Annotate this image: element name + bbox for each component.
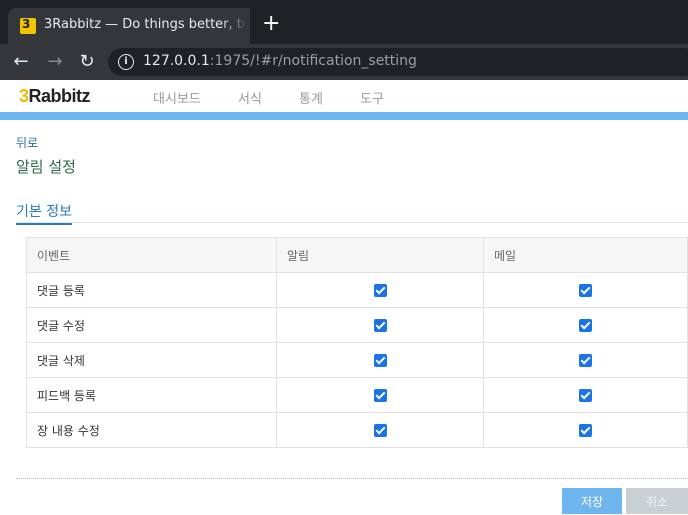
- url-path: :1975/!#r/notification_setting: [209, 53, 417, 69]
- table-row: 댓글 삭제: [26, 342, 688, 378]
- tab-title-fade: [220, 8, 250, 44]
- info-icon[interactable]: i: [118, 54, 134, 70]
- browser-tab[interactable]: 3 3Rabbitz — Do things better, together: [8, 8, 250, 44]
- new-tab-button[interactable]: +: [262, 13, 280, 35]
- mail-checkbox[interactable]: [579, 389, 592, 402]
- mail-cell: [483, 377, 688, 413]
- event-label: 댓글 삭제: [26, 342, 277, 378]
- favicon-icon: 3: [20, 17, 36, 34]
- menu-item-stats[interactable]: 통계: [299, 88, 323, 107]
- app-header: 3Rabbitz 대시보드 서식 통계 도구: [0, 80, 688, 112]
- header-accent-band: [0, 112, 688, 120]
- event-label: 피드백 등록: [26, 377, 277, 413]
- save-button[interactable]: 저장: [562, 488, 622, 514]
- notify-checkbox[interactable]: [373, 284, 387, 297]
- event-label: 댓글 수정: [26, 307, 277, 343]
- notify-checkbox[interactable]: [373, 389, 387, 402]
- mail-cell: [483, 307, 688, 343]
- notify-checkbox[interactable]: [373, 354, 387, 367]
- table-row: 댓글 수정: [26, 307, 688, 343]
- section-divider: [16, 222, 688, 223]
- table-row: 피드백 등록: [26, 377, 688, 413]
- menu-item-tools[interactable]: 도구: [360, 88, 384, 107]
- notify-cell: [276, 342, 484, 378]
- arrow-left-icon[interactable]: ←: [10, 51, 32, 73]
- menu-item-forms[interactable]: 서식: [238, 88, 262, 107]
- header-mail: 메일: [483, 237, 688, 273]
- table-header-row: 이벤트 알림 메일: [26, 237, 688, 273]
- notification-table: 이벤트 알림 메일 댓글 등록 댓글 수정 댓글 삭제 피드백 등록 장 내용 …: [26, 237, 688, 448]
- url-text: 127.0.0.1:1975/!#r/notification_setting: [143, 53, 417, 69]
- mail-cell: [483, 272, 688, 308]
- notify-cell: [276, 412, 484, 448]
- app-logo[interactable]: 3Rabbitz: [19, 86, 91, 107]
- header-event: 이벤트: [26, 237, 277, 273]
- notify-cell: [276, 377, 484, 413]
- url-host: 127.0.0.1: [143, 53, 210, 69]
- notify-checkbox[interactable]: [373, 424, 387, 437]
- mail-cell: [483, 342, 688, 378]
- mail-checkbox[interactable]: [579, 424, 592, 437]
- event-label: 장 내용 수정: [26, 412, 277, 448]
- event-label: 댓글 등록: [26, 272, 277, 308]
- notify-cell: [276, 272, 484, 308]
- notify-cell: [276, 307, 484, 343]
- mail-checkbox[interactable]: [579, 284, 592, 297]
- menu-item-dashboard[interactable]: 대시보드: [153, 88, 201, 107]
- reload-icon[interactable]: ↻: [76, 51, 98, 73]
- mail-checkbox[interactable]: [579, 319, 592, 332]
- table-row: 장 내용 수정: [26, 412, 688, 448]
- header-notify: 알림: [276, 237, 484, 273]
- notify-checkbox[interactable]: [373, 319, 387, 332]
- table-row: 댓글 등록: [26, 272, 688, 308]
- address-bar[interactable]: i 127.0.0.1:1975/!#r/notification_settin…: [108, 48, 688, 76]
- browser-tabbar: 3 3Rabbitz — Do things better, together …: [0, 0, 688, 44]
- footer-divider: [16, 478, 688, 479]
- mail-checkbox[interactable]: [579, 354, 592, 367]
- back-link[interactable]: 뒤로: [16, 134, 38, 151]
- arrow-right-icon[interactable]: →: [44, 51, 66, 73]
- tab-title: 3Rabbitz — Do things better, together: [44, 17, 244, 32]
- browser-toolbar: ← → ↻ i 127.0.0.1:1975/!#r/notification_…: [0, 44, 688, 80]
- mail-cell: [483, 412, 688, 448]
- page-title: 알림 설정: [16, 158, 76, 176]
- cancel-button[interactable]: 취소: [626, 488, 688, 514]
